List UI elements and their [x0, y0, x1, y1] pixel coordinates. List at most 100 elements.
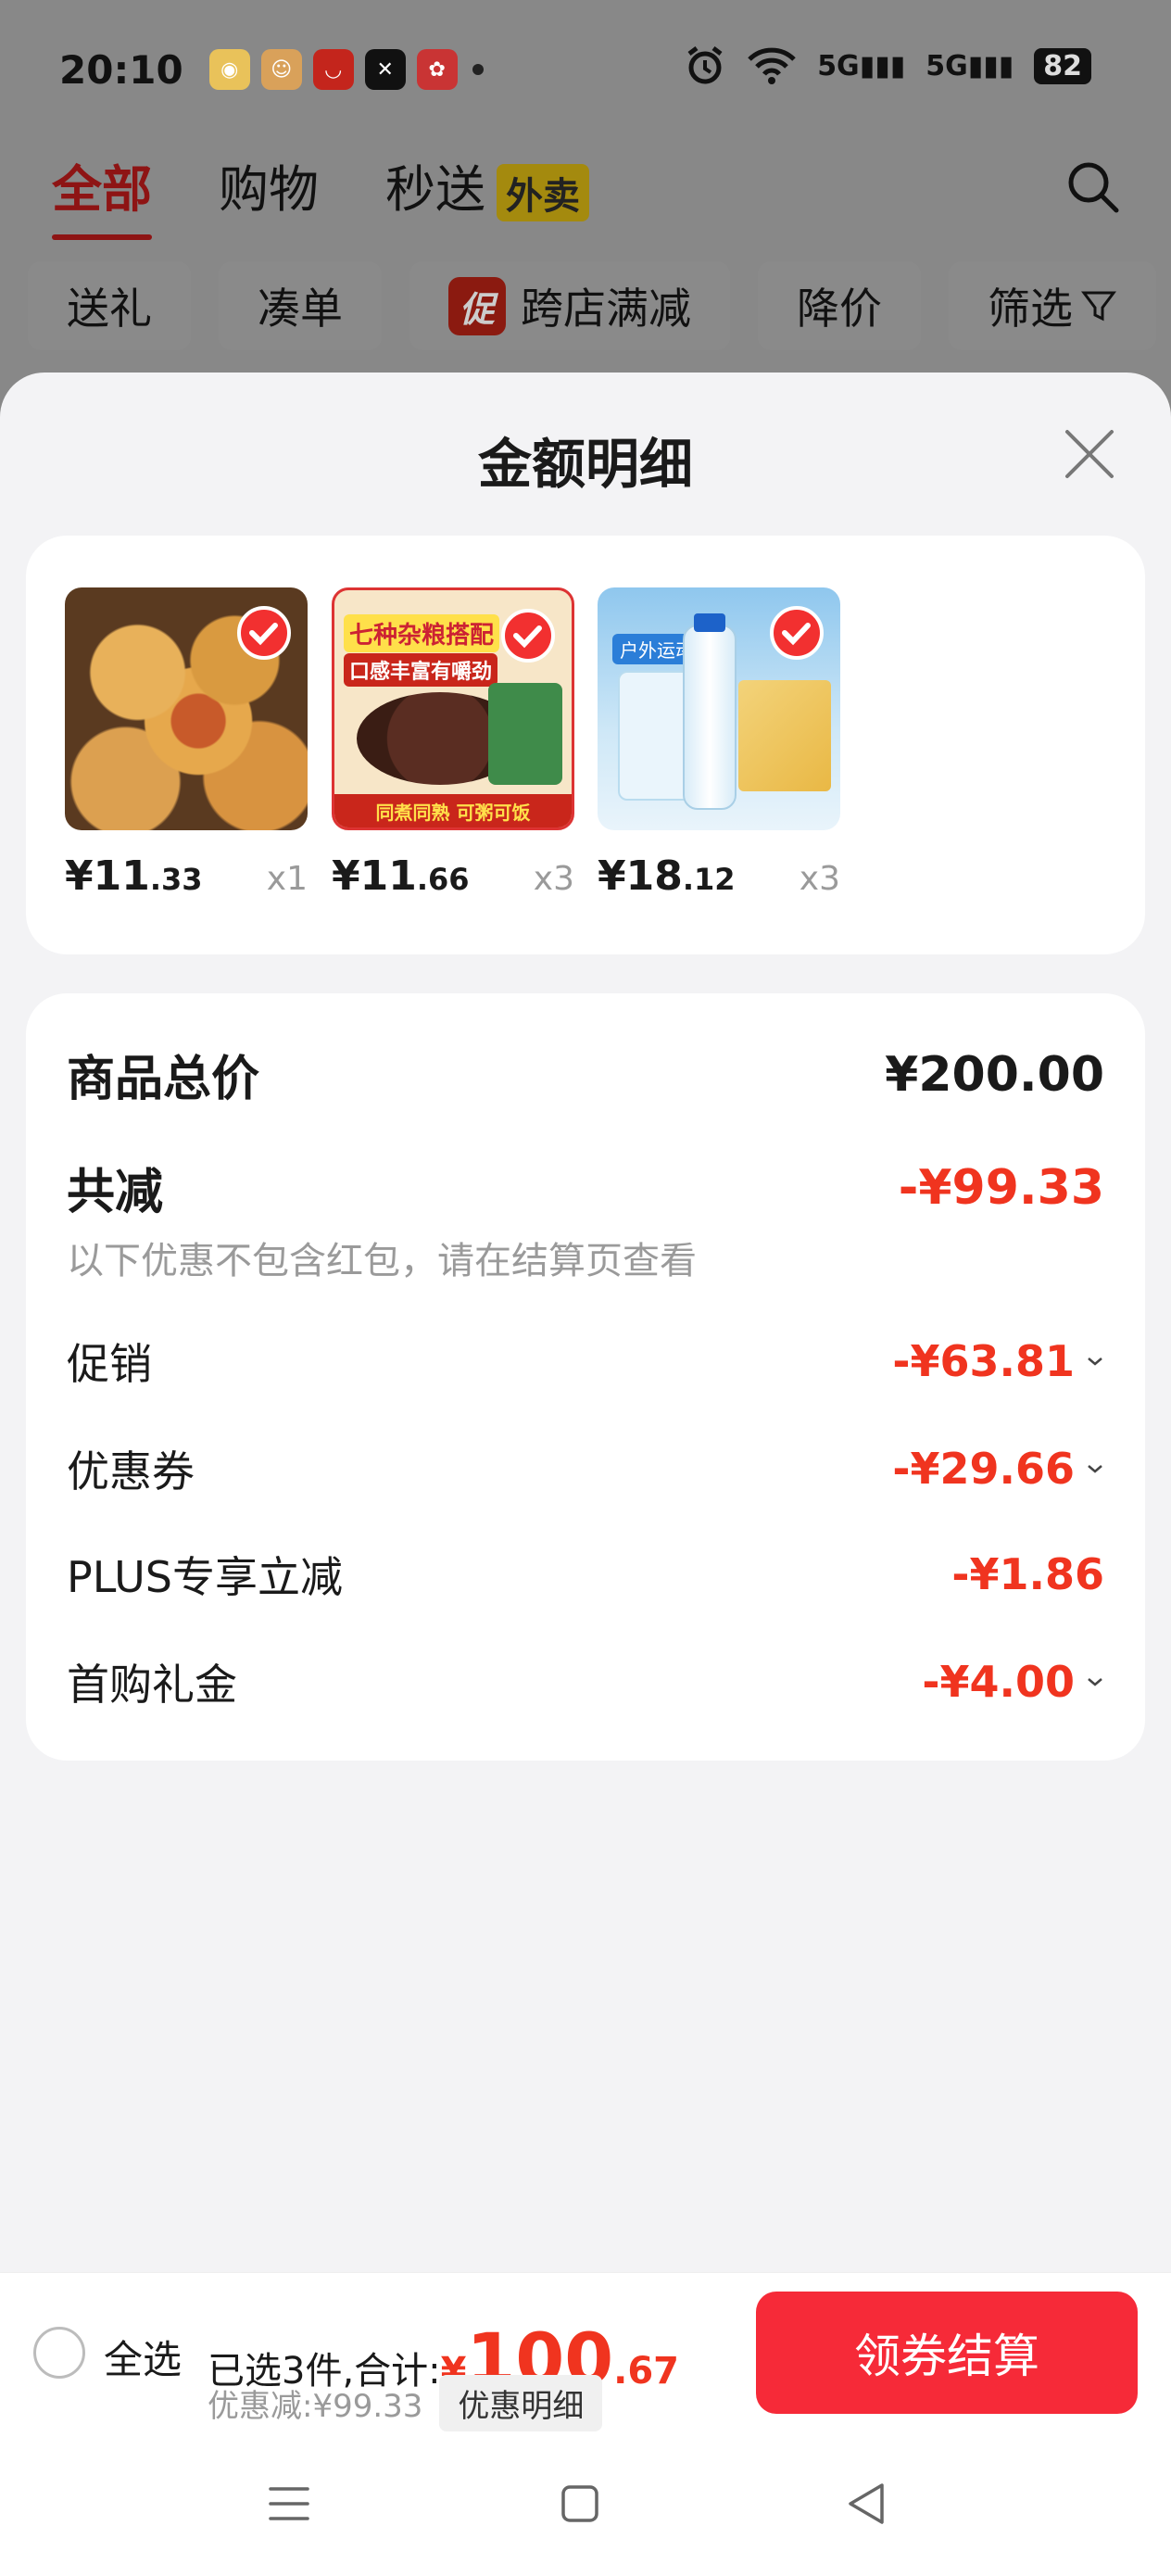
checked-icon [237, 606, 291, 660]
product-price: ¥11.66 [332, 852, 470, 900]
selected-products-card: ¥11.33 x1 七种杂粮搭配 口感丰富有嚼劲 同煮同熟 可粥可饭 ¥11.6… [26, 536, 1145, 954]
chip-label: 跨店满减 [521, 284, 692, 334]
tab-shopping[interactable]: 购物 [219, 148, 319, 221]
product-quantity: x3 [533, 860, 574, 898]
category-tabs: 全部 购物 秒送 外卖 [52, 148, 589, 241]
takeout-tag: 外卖 [497, 164, 589, 222]
promotion-label: 促销 [67, 1339, 152, 1389]
value-text: -¥29.66 [892, 1444, 1075, 1494]
signal-label: 5G [817, 49, 860, 82]
value-text: -¥63.81 [892, 1336, 1075, 1386]
coupon-label: 优惠券 [67, 1446, 195, 1496]
checkout-button[interactable]: 领券结算 [756, 2292, 1138, 2414]
system-nav-bar [0, 2431, 1171, 2576]
checked-icon [501, 609, 555, 663]
total-price-label: 商品总价 [67, 1052, 260, 1107]
product-quantity: x3 [799, 860, 840, 898]
checked-icon [770, 606, 824, 660]
promotion-value: -¥63.81 [892, 1336, 1104, 1386]
carton-graphic [738, 680, 831, 791]
first-purchase-gift-label: 首购礼金 [67, 1660, 237, 1710]
select-all-radio[interactable] [33, 2327, 85, 2379]
product-price-row: ¥18.12 x3 [598, 852, 840, 900]
alarm-icon [687, 46, 723, 84]
plus-discount-label: PLUS专享立减 [67, 1552, 343, 1602]
total-reduction-value: -¥99.33 [898, 1159, 1104, 1216]
capcut-app-icon: ✕ [364, 49, 406, 90]
signal-5g-icon: 5G▮▮▮ [925, 49, 1014, 82]
status-indicators: 5G▮▮▮ 5G▮▮▮ 82 [684, 44, 1091, 87]
price-decimal: .66 [416, 862, 470, 897]
clock: 20:10 [59, 46, 183, 93]
product-price: ¥18.12 [598, 852, 736, 900]
product-item[interactable]: ¥11.33 x1 [65, 587, 308, 900]
sheet-title: 金额明细 [477, 433, 693, 496]
signal-label: 5G [925, 49, 968, 82]
product-price: ¥11.33 [65, 852, 203, 900]
total-price-row: 商品总价 ¥200.00 [67, 1040, 1104, 1109]
chevron-down-icon [1088, 1678, 1102, 1686]
price-summary-card: 商品总价 ¥200.00 共减 -¥99.33 以下优惠不包含红包，请在结算页查… [26, 993, 1145, 1761]
amount-decimal: .67 [613, 2350, 679, 2393]
menu-icon[interactable] [261, 2476, 317, 2532]
plus-discount-row: PLUS专享立减 -¥1.86 [67, 1544, 1104, 1605]
chip-price-drop[interactable]: 降价 [758, 261, 922, 350]
back-icon[interactable] [839, 2476, 895, 2532]
product-quantity: x1 [266, 860, 308, 898]
promotion-row[interactable]: 促销 -¥63.81 [67, 1331, 1104, 1392]
filter-chips: 送礼 凑单 促跨店满减 降价 筛选 [28, 261, 1157, 350]
battery-icon: 82 [1034, 47, 1091, 84]
tab-all[interactable]: 全部 [52, 148, 152, 241]
amount-detail-sheet: 金额明细 ¥11.33 x1 七种杂粮搭配 口感丰富有嚼劲 同煮同熟 可粥可饭 … [0, 373, 1171, 2272]
product-image: 七种杂粮搭配 口感丰富有嚼劲 同煮同熟 可粥可饭 [332, 587, 574, 830]
plus-discount-value: -¥1.86 [951, 1549, 1104, 1599]
product-item[interactable]: 户外运动 ¥18.12 x3 [598, 587, 840, 900]
first-purchase-gift-row[interactable]: 首购礼金 -¥4.00 [67, 1651, 1104, 1712]
tab-label: 秒送 [385, 160, 485, 219]
reduction-note: 以下优惠不包含红包，请在结算页查看 [67, 1240, 697, 1282]
checkout-bar: 全选 已选3件,合计: ¥100.67 优惠减:¥99.33 优惠明细 领券结算 [0, 2272, 1171, 2431]
promo-badge: 促 [448, 276, 507, 335]
bottle-cap-graphic [694, 613, 725, 632]
discount-detail-button[interactable]: 优惠明细 [439, 2375, 603, 2431]
status-bar: 20:10 ◉ ☺ ◡ ✕ ✿ 5G▮▮▮ 5G▮▮▮ 82 [0, 0, 1171, 139]
first-purchase-gift-value: -¥4.00 [922, 1657, 1104, 1707]
total-reduction-label: 共减 [67, 1165, 164, 1220]
value-text: -¥4.00 [922, 1657, 1075, 1707]
smile-app-icon: ◡ [312, 49, 354, 90]
chip-add-on[interactable]: 凑单 [219, 261, 382, 350]
price-decimal: .33 [149, 862, 203, 897]
select-all-label[interactable]: 全选 [104, 2329, 182, 2385]
chip-filter[interactable]: 筛选 [949, 261, 1157, 350]
total-price-value: ¥200.00 [885, 1046, 1104, 1103]
search-icon[interactable] [1064, 158, 1123, 217]
close-icon[interactable] [1060, 424, 1119, 484]
chip-label: 筛选 [988, 284, 1074, 334]
signal-5g-icon: 5G▮▮▮ [817, 49, 906, 82]
weibo-app-icon: ◉ [208, 49, 250, 90]
discount-text: 优惠减:¥99.33 [208, 2388, 423, 2425]
wifi-icon [748, 47, 796, 84]
home-icon[interactable] [552, 2476, 608, 2532]
coupon-row[interactable]: 优惠券 -¥29.66 [67, 1438, 1104, 1499]
total-reduction-row: 共减 -¥99.33 [67, 1153, 1104, 1222]
chip-cross-store[interactable]: 促跨店满减 [409, 261, 731, 350]
chip-gift[interactable]: 送礼 [28, 261, 191, 350]
chevron-down-icon [1088, 1357, 1102, 1366]
package-graphic [488, 683, 562, 785]
tab-instant-delivery[interactable]: 秒送 外卖 [385, 148, 589, 222]
price-decimal: .12 [682, 862, 736, 897]
product-banner: 七种杂粮搭配 [344, 614, 500, 652]
filter-icon [1081, 291, 1117, 322]
price-integer: ¥11 [65, 852, 150, 900]
product-item[interactable]: 七种杂粮搭配 口感丰富有嚼劲 同煮同熟 可粥可饭 ¥11.66 x3 [332, 587, 574, 900]
flower-app-icon: ✿ [416, 49, 458, 90]
price-integer: ¥18 [598, 852, 683, 900]
coupon-value: -¥29.66 [892, 1444, 1104, 1494]
chevron-down-icon [1088, 1465, 1102, 1473]
product-image: 户外运动 [598, 587, 840, 830]
618-app-icon: ☺ [260, 49, 302, 90]
notification-icons: ◉ ☺ ◡ ✕ ✿ [208, 49, 458, 90]
product-price-row: ¥11.33 x1 [65, 852, 308, 900]
product-sub-banner: 口感丰富有嚼劲 [344, 653, 498, 687]
